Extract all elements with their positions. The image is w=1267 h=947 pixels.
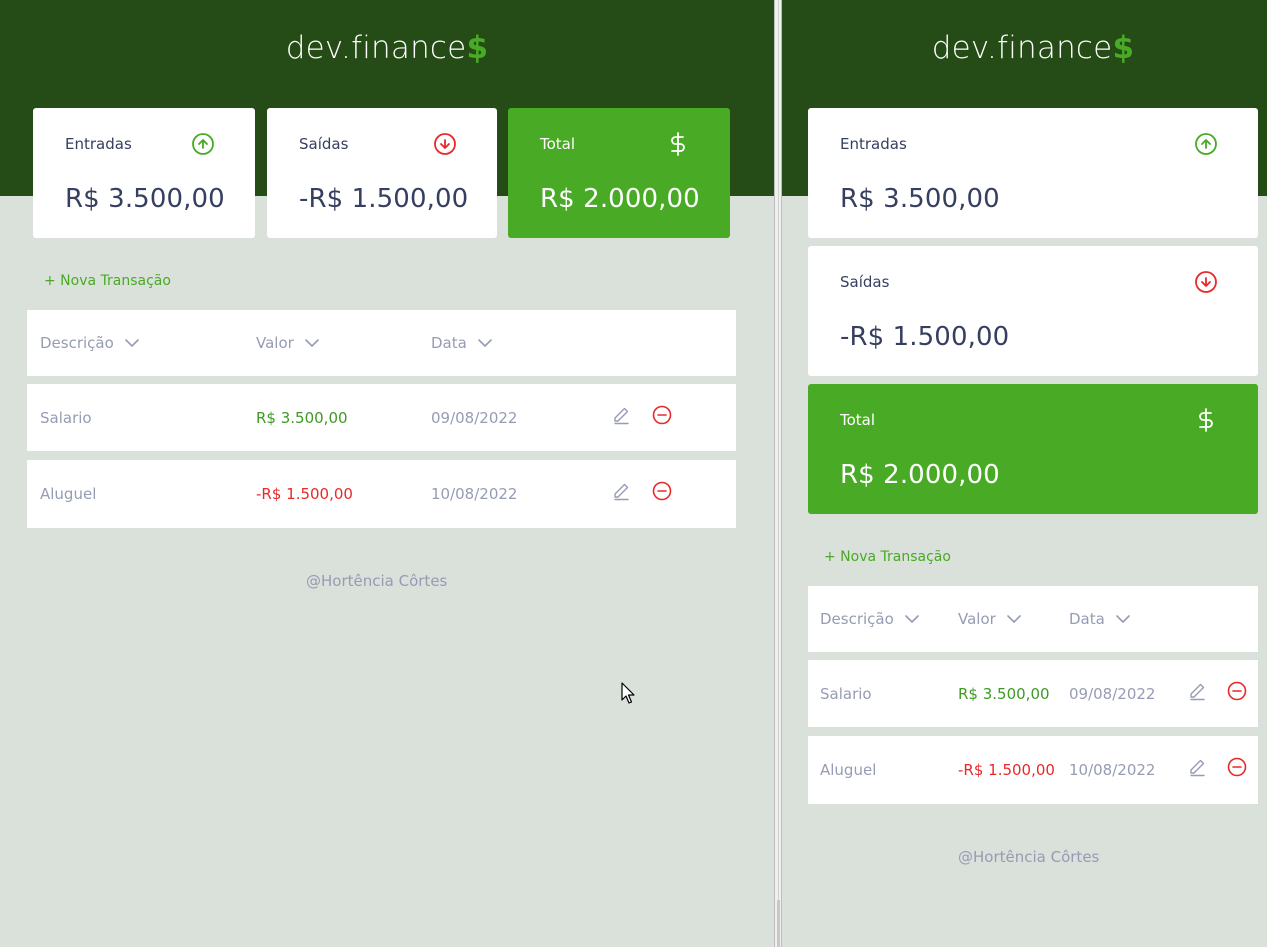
divider-grip[interactable] [777, 900, 780, 947]
edit-pencil-icon[interactable] [1187, 757, 1207, 777]
row-date: 09/08/2022 [431, 409, 518, 427]
divider-line [778, 0, 779, 947]
row-date: 10/08/2022 [431, 485, 518, 503]
arrow-down-circle-icon [1195, 271, 1217, 293]
new-transaction-link[interactable]: + Nova Transação [44, 273, 171, 289]
row-amount: R$ 3.500,00 [256, 409, 348, 427]
income-card-title: Entradas [65, 135, 132, 153]
app-logo: dev.finance$ [285, 30, 489, 66]
income-card: Entradas R$ 3.500,00 [808, 108, 1258, 238]
transactions-table-header: Descrição Valor Data [27, 310, 736, 376]
row-description: Salario [40, 409, 92, 427]
table-row: Salario R$ 3.500,00 09/08/2022 [27, 384, 736, 451]
table-row: Aluguel -R$ 1.500,00 10/08/2022 [27, 460, 736, 528]
remove-minus-circle-icon[interactable] [1227, 681, 1247, 701]
table-row: Salario R$ 3.500,00 09/08/2022 [808, 660, 1258, 727]
row-date: 09/08/2022 [1069, 685, 1156, 703]
app-logo: dev.finance$ [931, 30, 1135, 66]
column-header-description[interactable]: Descrição [820, 610, 920, 628]
total-card: Total R$ 2.000,00 [808, 384, 1258, 514]
expense-card-value: -R$ 1.500,00 [840, 322, 1010, 352]
remove-minus-circle-icon[interactable] [1227, 757, 1247, 777]
edit-pencil-icon[interactable] [611, 405, 631, 425]
total-card-value: R$ 2.000,00 [840, 460, 1000, 490]
column-header-date[interactable]: Data [431, 334, 493, 352]
income-card-value: R$ 3.500,00 [840, 184, 1000, 214]
dollar-icon [671, 132, 685, 156]
expense-card-value: -R$ 1.500,00 [299, 184, 469, 214]
chevron-down-icon [305, 339, 319, 347]
edit-pencil-icon[interactable] [1187, 681, 1207, 701]
expense-card-title: Saídas [299, 135, 349, 153]
new-transaction-link[interactable]: + Nova Transação [824, 549, 951, 565]
expense-card: Saídas -R$ 1.500,00 [808, 246, 1258, 376]
column-header-amount[interactable]: Valor [958, 610, 1022, 628]
total-card-title: Total [540, 135, 576, 153]
edit-pencil-icon[interactable] [611, 481, 631, 501]
footer-credit: @Hortência Côrtes [306, 572, 448, 590]
column-header-description[interactable]: Descrição [40, 334, 140, 352]
remove-minus-circle-icon[interactable] [652, 405, 672, 425]
income-card: Entradas R$ 3.500,00 [33, 108, 255, 238]
chevron-down-icon [478, 339, 492, 347]
expense-card-title: Saídas [840, 273, 890, 291]
transactions-table-header: Descrição Valor Data [808, 586, 1258, 652]
row-description: Aluguel [40, 485, 97, 503]
chevron-down-icon [1116, 615, 1130, 623]
chevron-down-icon [904, 615, 919, 623]
table-row: Aluguel -R$ 1.500,00 10/08/2022 [808, 736, 1258, 804]
column-header-amount[interactable]: Valor [256, 334, 320, 352]
row-amount: -R$ 1.500,00 [958, 761, 1055, 779]
total-card-value: R$ 2.000,00 [540, 184, 700, 214]
mouse-pointer-icon [621, 682, 635, 704]
arrow-up-circle-icon [1195, 133, 1217, 155]
income-card-value: R$ 3.500,00 [65, 184, 225, 214]
total-card-title: Total [840, 411, 876, 429]
split-view-divider[interactable] [774, 0, 782, 947]
row-amount: -R$ 1.500,00 [256, 485, 353, 503]
arrow-up-circle-icon [192, 133, 214, 155]
row-amount: R$ 3.500,00 [958, 685, 1050, 703]
row-description: Aluguel [820, 761, 877, 779]
desktop-view-pane: dev.finance$ Entradas R$ 3.500,00 Saídas… [0, 0, 774, 947]
chevron-down-icon [1007, 615, 1021, 623]
row-date: 10/08/2022 [1069, 761, 1156, 779]
mobile-view-pane: dev.finance$ Entradas R$ 3.500,00 Saídas… [782, 0, 1267, 947]
dollar-icon [1199, 408, 1213, 432]
expense-card: Saídas -R$ 1.500,00 [267, 108, 497, 238]
row-description: Salario [820, 685, 872, 703]
remove-minus-circle-icon[interactable] [652, 481, 672, 501]
column-header-date[interactable]: Data [1069, 610, 1131, 628]
income-card-title: Entradas [840, 135, 907, 153]
total-card: Total R$ 2.000,00 [508, 108, 730, 238]
arrow-down-circle-icon [434, 133, 456, 155]
footer-credit: @Hortência Côrtes [958, 848, 1100, 866]
chevron-down-icon [124, 339, 139, 347]
